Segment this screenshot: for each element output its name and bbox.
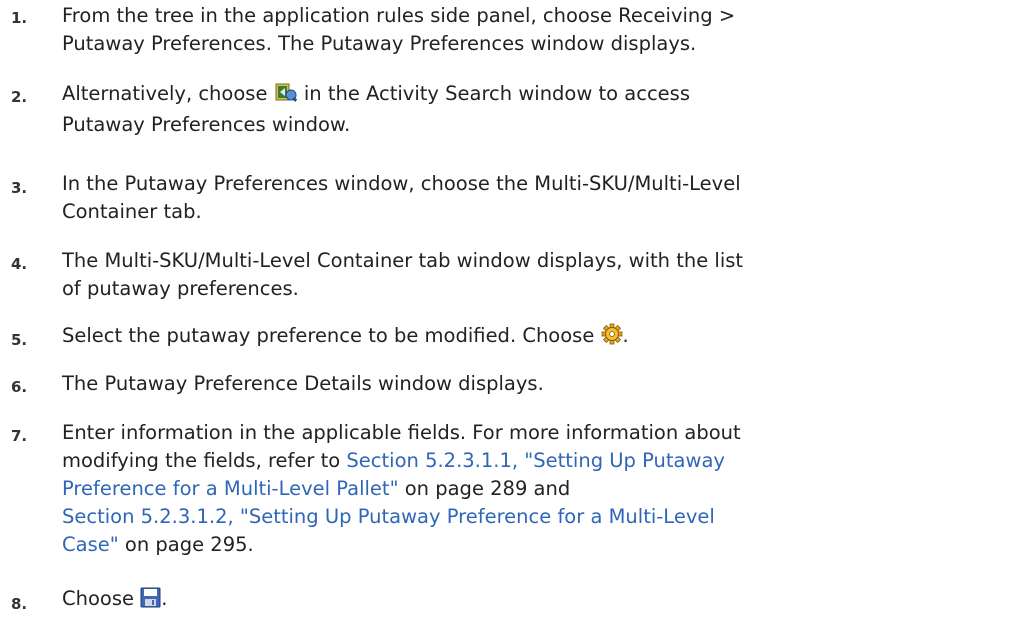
step-line: Putaway Preferences window. xyxy=(62,113,351,136)
step-line: Container tab. xyxy=(62,200,202,223)
step-text: on page 289 and xyxy=(398,477,571,500)
step-text: Alternatively, choose in the Activity Se… xyxy=(62,80,992,139)
step-line: The Multi-SKU/Multi-Level Container tab … xyxy=(62,249,744,272)
document-page: 1. From the tree in the application rule… xyxy=(0,0,1011,623)
step-number: 3. xyxy=(11,179,28,197)
save-icon[interactable] xyxy=(140,587,161,616)
step-text-post: . xyxy=(161,587,168,610)
step-line: Putaway Preferences. The Putaway Prefere… xyxy=(62,32,697,55)
step-text-post: in the Activity Search window to access xyxy=(297,82,690,105)
step-number: 2. xyxy=(11,88,28,106)
step-line: The Putaway Preference Details window di… xyxy=(62,372,544,395)
step-number: 4. xyxy=(11,255,28,273)
step-line: of putaway preferences. xyxy=(62,277,299,300)
step-number: 8. xyxy=(11,595,28,613)
section-link-multi-level-case[interactable]: Section 5.2.3.1.2, "Setting Up Putaway P… xyxy=(62,505,715,528)
step-text-post: . xyxy=(622,324,629,347)
step-number: 1. xyxy=(11,9,28,27)
step-line: Enter information in the applicable fiel… xyxy=(62,421,741,444)
activity-search-putaway-icon[interactable] xyxy=(274,81,298,111)
step-number: 6. xyxy=(11,378,28,396)
section-link-multi-level-pallet-cont[interactable]: Preference for a Multi-Level Pallet" xyxy=(62,477,399,500)
step-line: In the Putaway Preferences window, choos… xyxy=(62,172,741,195)
step-text-pre: Choose xyxy=(62,587,134,610)
step-text-pre: Select the putaway preference to be modi… xyxy=(62,324,595,347)
step-text: The Multi-SKU/Multi-Level Container tab … xyxy=(62,247,992,303)
step-text: Select the putaway preference to be modi… xyxy=(62,322,992,353)
step-text: on page 295. xyxy=(118,533,254,556)
step-text: The Putaway Preference Details window di… xyxy=(62,370,992,398)
step-text: In the Putaway Preferences window, choos… xyxy=(62,170,992,226)
step-line: From the tree in the application rules s… xyxy=(62,4,736,27)
step-text: Enter information in the applicable fiel… xyxy=(62,419,992,559)
step-text: Choose . xyxy=(62,585,992,616)
step-text: From the tree in the application rules s… xyxy=(62,2,992,58)
section-link-multi-level-case-cont[interactable]: Case" xyxy=(62,533,119,556)
step-number: 5. xyxy=(11,331,28,349)
section-link-multi-level-pallet[interactable]: Section 5.2.3.1.1, "Setting Up Putaway xyxy=(346,449,725,472)
step-text: modifying the fields, refer to xyxy=(62,449,347,472)
step-number: 7. xyxy=(11,427,28,445)
gear-icon[interactable] xyxy=(601,323,623,353)
step-text-pre: Alternatively, choose xyxy=(62,82,268,105)
